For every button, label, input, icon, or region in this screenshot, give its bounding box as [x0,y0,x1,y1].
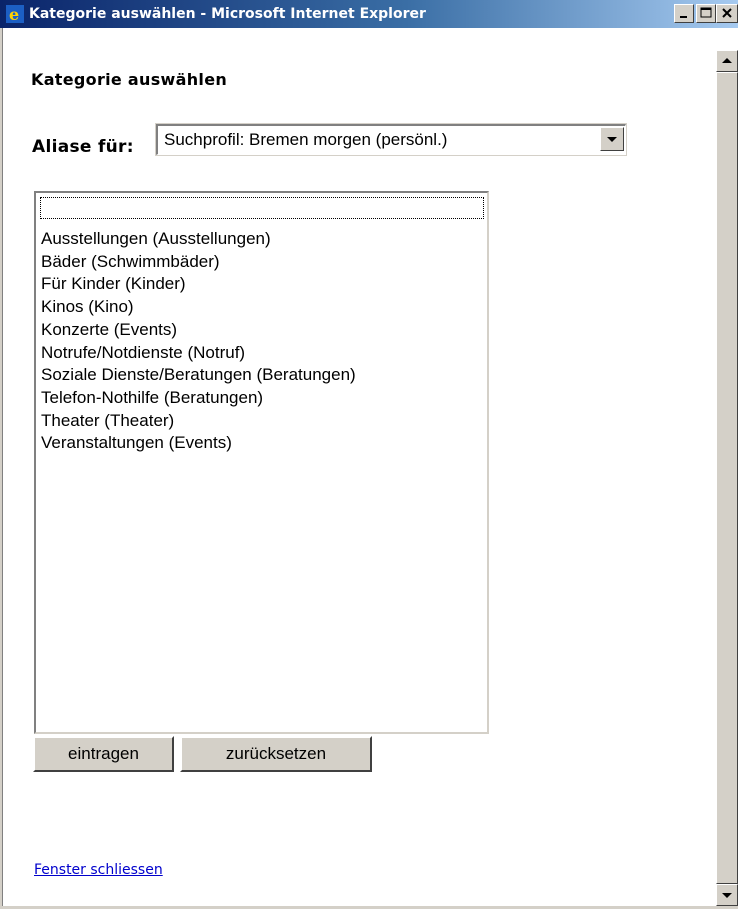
maximize-icon [700,7,712,18]
close-button[interactable] [716,4,738,23]
maximize-button[interactable] [696,4,716,23]
alias-select[interactable]: Suchprofil: Bremen morgen (persönl.) [155,123,627,156]
page-title: Kategorie auswählen [31,70,228,89]
scroll-up-button[interactable] [716,50,738,72]
scrollbar-thumb[interactable] [716,72,738,884]
window-titlebar[interactable]: e Kategorie auswählen - Microsoft Intern… [0,0,738,28]
svg-text:e: e [9,5,19,23]
close-icon [722,8,732,18]
internet-explorer-icon: e [6,5,24,24]
list-item-empty-focused[interactable] [40,197,484,219]
arrow-down-icon [722,893,732,898]
list-item[interactable]: Konzerte (Events) [41,319,356,342]
list-item[interactable]: Ausstellungen (Ausstellungen) [41,228,356,251]
list-item[interactable]: Theater (Theater) [41,410,356,433]
close-window-link[interactable]: Fenster schliessen [34,862,163,878]
list-item[interactable]: Telefon-Nothilfe (Beratungen) [41,387,356,410]
submit-button[interactable]: eintragen [33,736,174,772]
dropdown-button[interactable] [600,127,624,151]
window-frame-left [0,28,3,909]
chevron-down-icon [607,137,617,142]
minimize-button[interactable] [674,4,694,23]
list-item[interactable]: Veranstaltungen (Events) [41,432,356,455]
list-item[interactable]: Bäder (Schwimmbäder) [41,251,356,274]
list-item[interactable]: Kinos (Kino) [41,296,356,319]
window-title: Kategorie auswählen - Microsoft Internet… [29,6,426,22]
list-item[interactable]: Soziale Dienste/Beratungen (Beratungen) [41,364,356,387]
minimize-icon [680,16,687,18]
arrow-up-icon [722,58,732,63]
category-listbox[interactable]: Ausstellungen (Ausstellungen) Bäder (Sch… [34,191,489,734]
reset-button[interactable]: zurücksetzen [180,736,372,772]
list-item[interactable]: Für Kinder (Kinder) [41,273,356,296]
category-list: Ausstellungen (Ausstellungen) Bäder (Sch… [41,228,356,455]
alias-select-value: Suchprofil: Bremen morgen (persönl.) [164,130,448,149]
alias-label: Aliase für: [32,137,134,157]
vertical-scrollbar[interactable] [716,50,738,906]
list-item[interactable]: Notrufe/Notdienste (Notruf) [41,342,356,365]
scroll-down-button[interactable] [716,884,738,906]
